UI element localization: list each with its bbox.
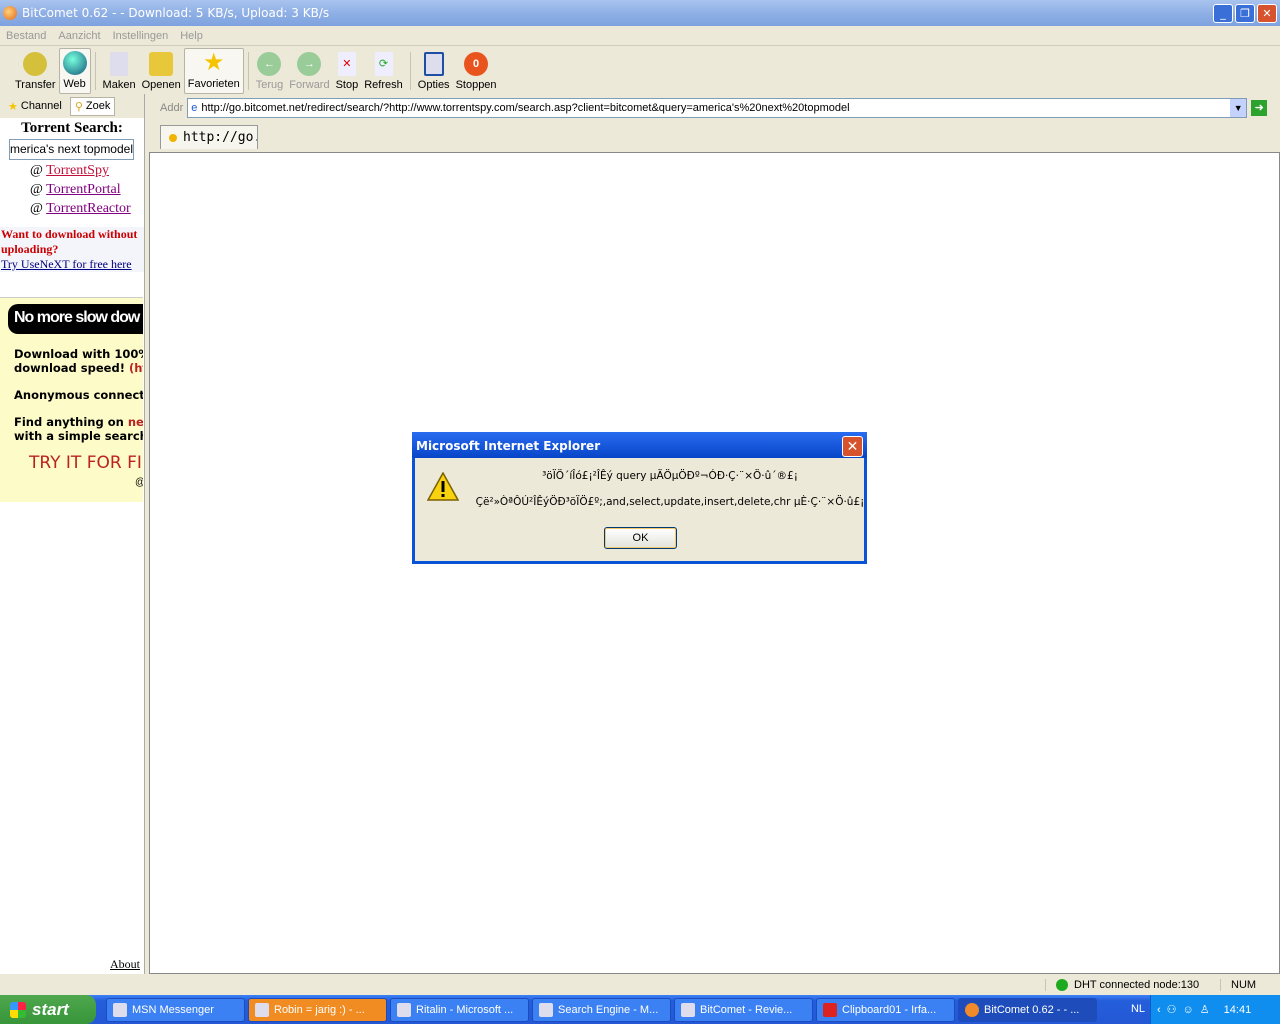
bitcomet-icon (965, 1002, 979, 1017)
browser-tab-bar: http://go.bitcomet.net (150, 122, 1280, 152)
windows-logo-icon (10, 1001, 26, 1018)
menu-bar: Bestand Aanzicht Instellingen Help (0, 26, 1280, 46)
system-tray: ‹ ⚇ ☺ ♙ 14:41 (1150, 995, 1280, 1024)
clock: 14:41 (1223, 1003, 1252, 1016)
favorieten-button[interactable]: ★ Favorieten (183, 48, 244, 94)
link-torrentspy[interactable]: TorrentSpy (46, 163, 109, 178)
task-msn[interactable]: MSN Messenger (106, 997, 245, 1022)
tray-msn-icon[interactable]: ☺ (1183, 1004, 1194, 1016)
dialog-message-line1: ³öÏÖ´íÎó£¡²ÎÊý query µÄÖµÖÐº¬ÓÐ·Ç·¨×Ö·û´… (542, 470, 798, 482)
forward-arrow-icon: → (297, 52, 322, 76)
task-ie-search[interactable]: Search Engine - M... (532, 997, 671, 1022)
power-icon: 0 (464, 52, 489, 76)
menu-instellingen[interactable]: Instellingen (113, 30, 169, 42)
language-indicator[interactable]: NL (1131, 1003, 1145, 1015)
ie-page-icon: e (191, 102, 198, 114)
ie-icon (681, 1002, 695, 1017)
torrent-search-title: Torrent Search: (21, 120, 123, 136)
title-bar: BitComet 0.62 - - Download: 5 KB/s, Uplo… (0, 0, 1280, 26)
start-button[interactable]: start (0, 995, 96, 1024)
new-torrent-icon (110, 52, 129, 76)
loading-icon (169, 133, 177, 142)
tab-channel[interactable]: ★ Channel (4, 98, 66, 115)
word-icon (397, 1002, 411, 1017)
torrent-search-input[interactable]: america's next topmodel (9, 139, 134, 160)
options-icon (423, 52, 444, 76)
toolbar: Transfer Web Maken Openen ★ Favorieten ← T… (0, 46, 1280, 94)
close-button[interactable]: ✕ (1257, 4, 1277, 23)
task-irfanview[interactable]: Clipboard01 - Irfa... (816, 997, 955, 1022)
stop-page-icon: ✕ (337, 52, 356, 76)
warning-icon (427, 472, 459, 501)
star-icon: ★ (8, 100, 18, 113)
usenext-link[interactable]: Try UseNeXT for free here (1, 257, 132, 271)
address-input[interactable]: e http://go.bitcomet.net/redirect/search… (187, 98, 1248, 118)
menu-aanzicht[interactable]: Aanzicht (58, 30, 100, 42)
ie-icon (539, 1002, 553, 1017)
irfanview-icon (823, 1002, 837, 1017)
window-title: BitComet 0.62 - - Download: 5 KB/s, Uplo… (22, 6, 330, 20)
dialog-message-line2: Çë²»ÒªÔÚ²ÎÊýÖÐ³öÏÖ£º;,and,select,update,… (475, 496, 865, 508)
taskbar: start MSN Messenger Robin = jarig :) - .… (0, 995, 1280, 1024)
search-icon: ⚲ (74, 100, 83, 113)
alert-dialog: Microsoft Internet Explorer ✕ ³öÏÖ´íÎó£¡… (412, 432, 867, 564)
minimize-button[interactable]: _ (1213, 4, 1233, 23)
open-folder-icon (149, 52, 174, 76)
go-button[interactable]: ➜ (1251, 100, 1268, 116)
menu-help[interactable]: Help (180, 30, 203, 42)
task-chat[interactable]: Robin = jarig :) - ... (248, 997, 387, 1022)
stop-button[interactable]: ✕ Stop (333, 48, 362, 94)
msn-chat-icon (255, 1002, 269, 1017)
menu-bestand[interactable]: Bestand (6, 30, 46, 42)
task-bitcomet[interactable]: BitComet 0.62 - - ... (958, 997, 1097, 1022)
restore-button[interactable]: ❐ (1235, 4, 1255, 23)
stoppen-button[interactable]: 0 Stoppen (453, 48, 500, 94)
address-bar: Addr e http://go.bitcomet.net/redirect/s… (150, 96, 1280, 120)
sidebar: ★ Channel ⚲ Zoek Torrent Search: america's… (0, 94, 145, 974)
browser-tab[interactable]: http://go.bitcomet.net (160, 125, 258, 149)
tray-user-icon[interactable]: ♙ (1200, 1003, 1210, 1016)
dialog-title: Microsoft Internet Explorer (412, 432, 867, 458)
tray-network-icon[interactable]: ⚇ (1167, 1003, 1177, 1016)
transfer-icon (23, 52, 48, 76)
tray-expand-icon[interactable]: ‹ (1157, 1004, 1161, 1016)
maken-button[interactable]: Maken (100, 48, 139, 94)
globe-icon (62, 51, 87, 75)
msn-icon (113, 1002, 127, 1017)
web-button[interactable]: Web (58, 48, 91, 94)
back-arrow-icon: ← (257, 52, 282, 76)
tab-zoek[interactable]: ⚲ Zoek (69, 96, 116, 116)
refresh-page-icon: ⟳ (374, 52, 393, 76)
promo-heading: Want to download without uploading? (1, 227, 138, 256)
star-icon: ★ (202, 49, 225, 76)
forward-button[interactable]: → Forward (286, 48, 332, 94)
openen-button[interactable]: Openen (139, 48, 184, 94)
back-button[interactable]: ← Terug (253, 48, 287, 94)
link-torrentportal[interactable]: TorrentPortal (46, 182, 120, 197)
task-ie-bitcomet[interactable]: BitComet - Revie... (674, 997, 813, 1022)
dht-status-icon (1056, 979, 1068, 991)
refresh-button[interactable]: ⟳ Refresh (361, 48, 406, 94)
status-bar: DHT connected node:130 NUM (0, 975, 1280, 995)
transfer-button[interactable]: Transfer (12, 48, 59, 94)
usenext-ad[interactable]: No more slow dow Download with 100% downl… (0, 297, 143, 502)
link-torrentreactor[interactable]: TorrentReactor (46, 201, 131, 216)
bitcomet-icon (3, 6, 17, 20)
task-word[interactable]: Ritalin - Microsoft ... (390, 997, 529, 1022)
dialog-close-button[interactable]: ✕ (842, 436, 863, 457)
about-link[interactable]: About (110, 957, 140, 972)
opties-button[interactable]: Opties (415, 48, 453, 94)
ok-button[interactable]: OK (604, 527, 677, 549)
chevron-down-icon[interactable]: ▼ (1230, 99, 1247, 117)
